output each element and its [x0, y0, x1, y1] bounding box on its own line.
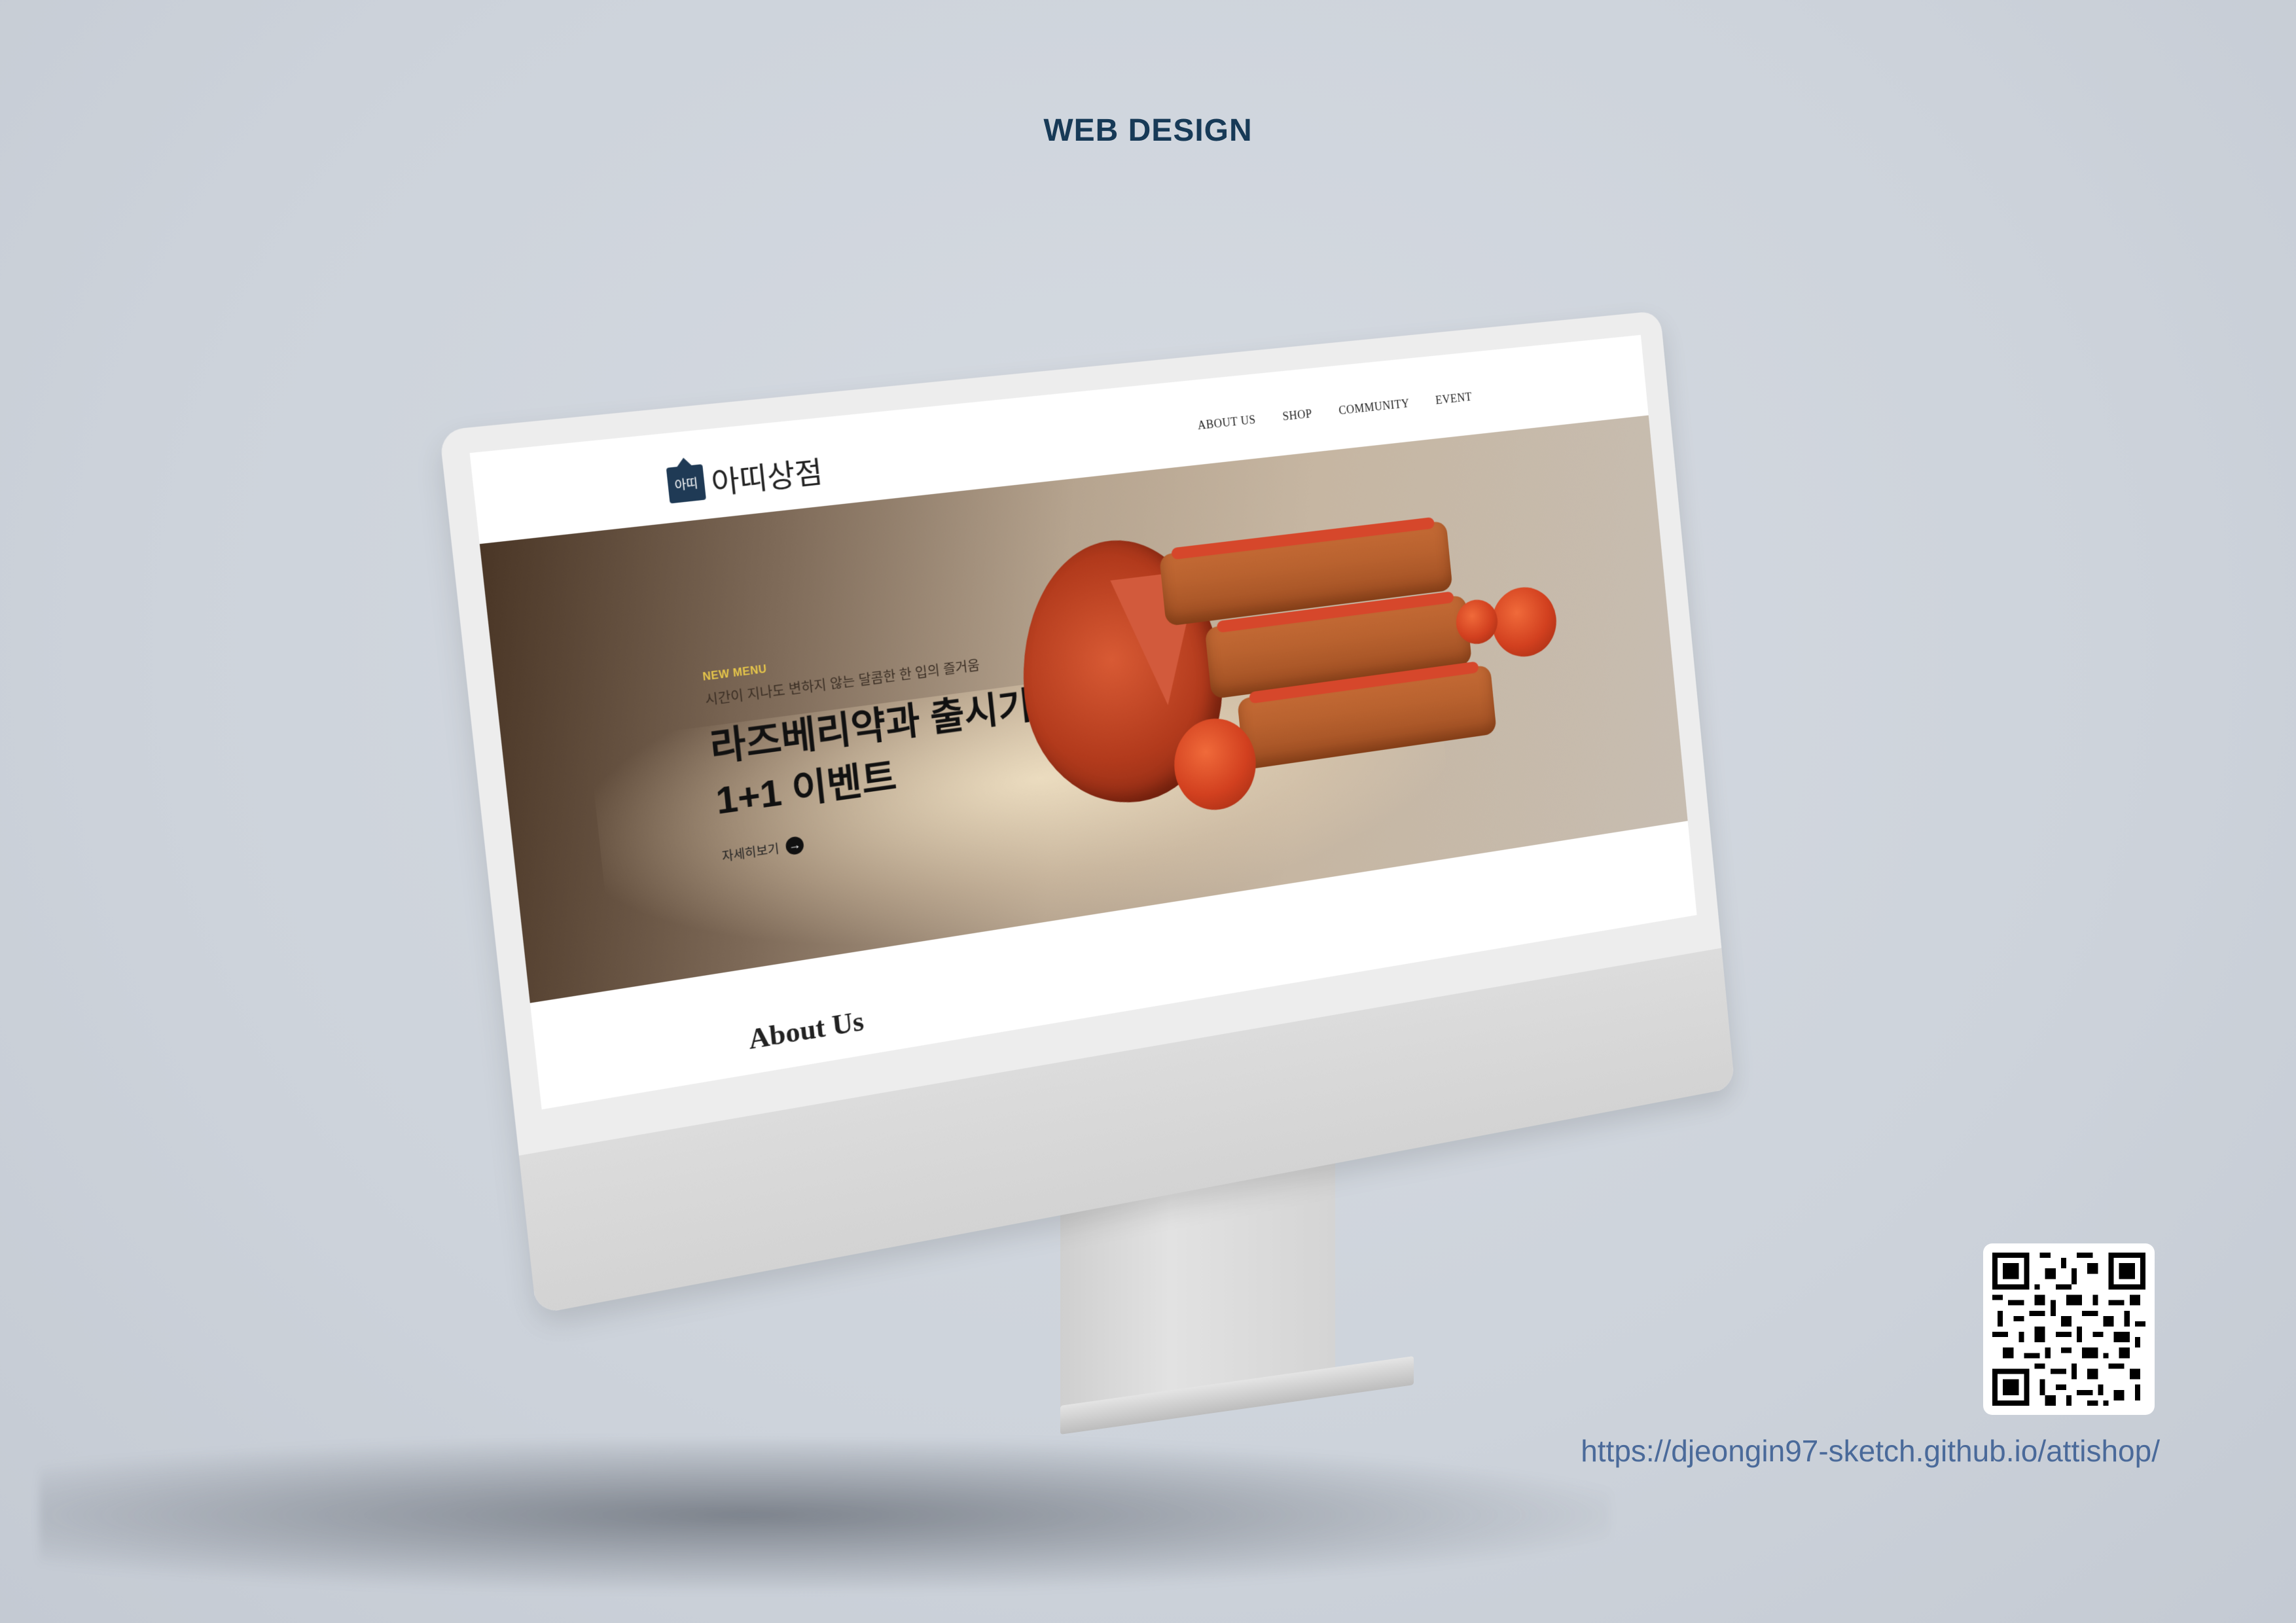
gift-box-logo-icon: 아띠: [666, 464, 706, 504]
arrow-right-icon: →: [785, 835, 804, 856]
raspberry-image: [1488, 583, 1560, 661]
nav-item-event[interactable]: EVENT: [1435, 390, 1472, 407]
logo-text: 아띠상점: [709, 455, 825, 502]
monitor-frame: 아띠 아띠상점 ABOUT US SHOP COMMUNITY EVENT NE…: [439, 310, 1735, 1315]
nav-item-shop[interactable]: SHOP: [1282, 407, 1313, 423]
page-title: WEB DESIGN: [1043, 113, 1253, 148]
nav-item-about-us[interactable]: ABOUT US: [1197, 413, 1257, 433]
project-url-link[interactable]: https://djeongin97-sketch.github.io/atti…: [0, 1433, 2160, 1469]
qr-code-image[interactable]: [1983, 1243, 2155, 1415]
site-logo[interactable]: 아띠 아띠상점: [666, 448, 825, 508]
monitor-mockup: 아띠 아띠상점 ABOUT US SHOP COMMUNITY EVENT NE…: [439, 310, 1735, 1315]
qr-code-icon: [1992, 1253, 2145, 1406]
nav-item-community[interactable]: COMMUNITY: [1338, 397, 1410, 418]
main-nav: ABOUT US SHOP COMMUNITY EVENT: [1197, 390, 1473, 433]
about-us-heading: About Us: [747, 1006, 866, 1056]
yakgwa-product-image: [1006, 450, 1651, 915]
